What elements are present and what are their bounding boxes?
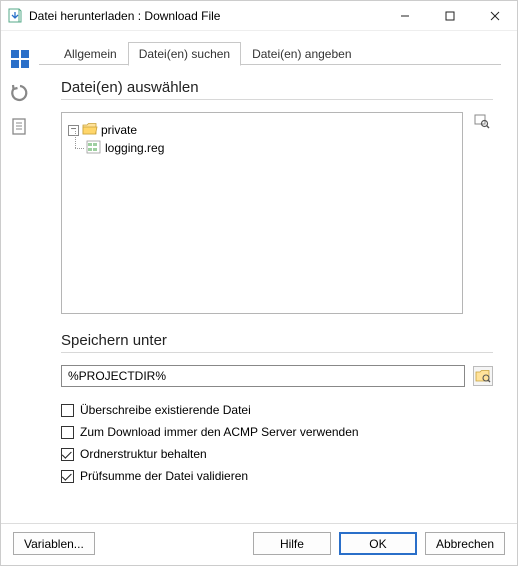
document-tool-icon[interactable]: [8, 115, 32, 139]
collapse-icon[interactable]: −: [68, 125, 79, 136]
content-area: Allgemein Datei(en) suchen Datei(en) ang…: [1, 31, 517, 565]
save-under-heading: Speichern unter: [61, 332, 493, 349]
checkbox-icon[interactable]: [61, 426, 74, 439]
browse-folder-button[interactable]: [473, 366, 493, 386]
checkbox-label: Zum Download immer den ACMP Server verwe…: [80, 425, 359, 439]
maximize-button[interactable]: [427, 1, 472, 30]
titlebar: Datei herunterladen : Download File: [1, 1, 517, 31]
app-icon: [7, 8, 23, 24]
validate-checksum-checkbox-row[interactable]: Prüfsumme der Datei validieren: [61, 465, 493, 487]
left-toolbar: [1, 31, 39, 523]
minimize-button[interactable]: [382, 1, 427, 30]
grid-tool-icon[interactable]: [8, 47, 32, 71]
tab-page-search: Datei(en) auswählen −: [39, 65, 501, 523]
checkbox-icon[interactable]: [61, 404, 74, 417]
overwrite-checkbox-row[interactable]: Überschreibe existierende Datei: [61, 399, 493, 421]
tree-node-label: private: [101, 123, 137, 137]
tree-node-label: logging.reg: [105, 141, 164, 155]
checkbox-label: Ordnerstruktur behalten: [80, 447, 207, 461]
footer: Variablen... Hilfe OK Abbrechen: [1, 523, 517, 565]
checkbox-icon[interactable]: [61, 470, 74, 483]
dialog-window: Datei herunterladen : Download File: [0, 0, 518, 566]
main-pane: Allgemein Datei(en) suchen Datei(en) ang…: [39, 31, 517, 523]
ok-button[interactable]: OK: [339, 532, 417, 555]
tab-strip: Allgemein Datei(en) suchen Datei(en) ang…: [39, 41, 501, 65]
help-button[interactable]: Hilfe: [253, 532, 331, 555]
folder-icon: [82, 122, 98, 139]
cancel-button[interactable]: Abbrechen: [425, 532, 505, 555]
select-files-heading: Datei(en) auswählen: [61, 79, 493, 96]
always-server-checkbox-row[interactable]: Zum Download immer den ACMP Server verwe…: [61, 421, 493, 443]
checkbox-label: Überschreibe existierende Datei: [80, 403, 251, 417]
refresh-tool-icon[interactable]: [8, 81, 32, 105]
find-in-tree-button[interactable]: [473, 112, 491, 130]
tree-node-root[interactable]: − private: [68, 121, 456, 139]
checkbox-icon[interactable]: [61, 448, 74, 461]
tree-node-child[interactable]: logging.reg: [86, 139, 456, 157]
variables-button[interactable]: Variablen...: [13, 532, 95, 555]
tab-specify-files[interactable]: Datei(en) angeben: [241, 42, 362, 65]
window-title: Datei herunterladen : Download File: [29, 9, 382, 23]
file-tree[interactable]: − private: [61, 112, 463, 314]
save-path-input[interactable]: [61, 365, 465, 387]
divider: [61, 99, 493, 100]
tab-general[interactable]: Allgemein: [53, 42, 128, 65]
keep-structure-checkbox-row[interactable]: Ordnerstruktur behalten: [61, 443, 493, 465]
divider: [61, 352, 493, 353]
tab-search-files[interactable]: Datei(en) suchen: [128, 42, 241, 66]
close-button[interactable]: [472, 1, 517, 30]
reg-file-icon: [86, 140, 102, 157]
checkbox-label: Prüfsumme der Datei validieren: [80, 469, 248, 483]
